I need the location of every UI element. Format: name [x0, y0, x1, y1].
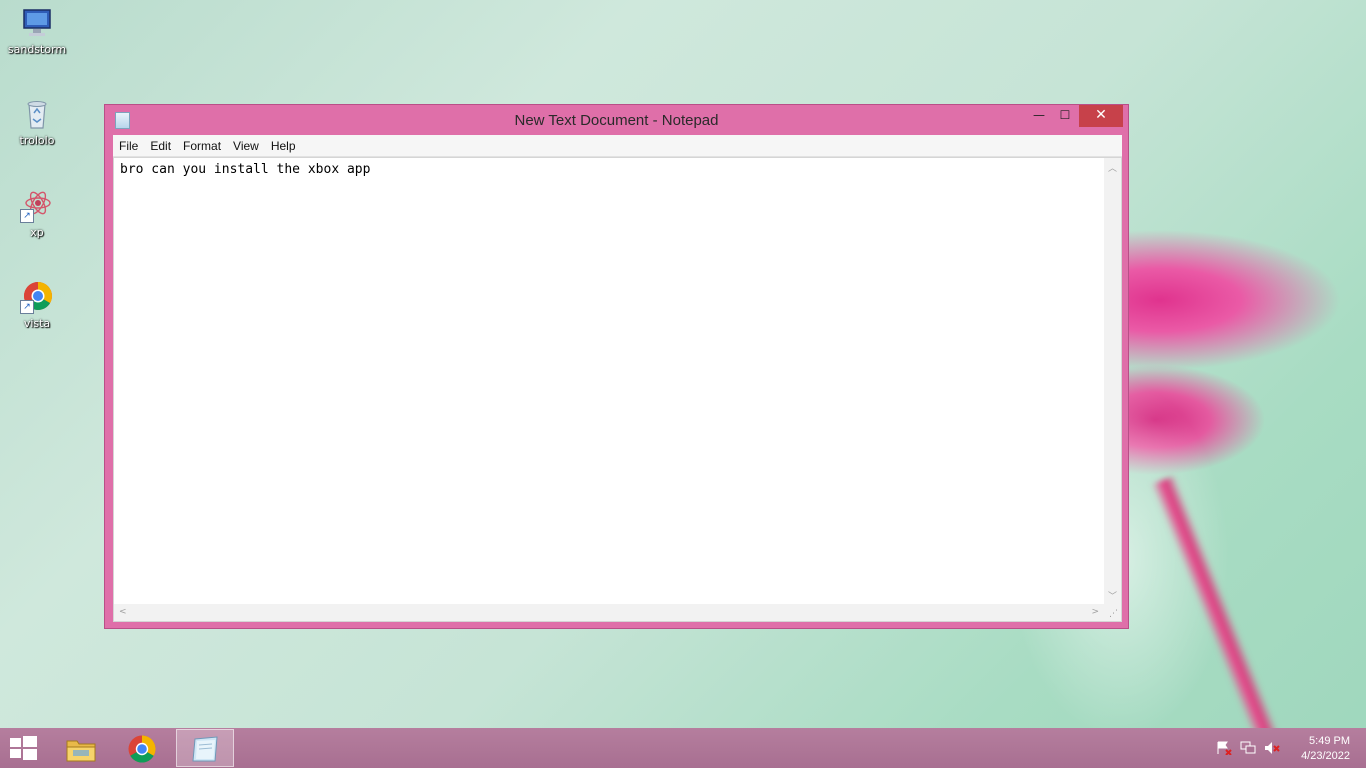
taskbar-chrome[interactable]	[114, 729, 172, 767]
menu-bar: File Edit Format View Help	[113, 135, 1122, 157]
system-clock[interactable]: 5:49 PM 4/23/2022	[1301, 734, 1350, 764]
window-title: New Text Document - Notepad	[514, 112, 719, 129]
desktop-icon-vista[interactable]: ↗ vista	[0, 280, 74, 330]
clock-date: 4/23/2022	[1301, 750, 1350, 762]
desktop-icon-trololo[interactable]: trololo	[0, 97, 74, 147]
chrome-icon	[128, 735, 156, 763]
taskbar-file-explorer[interactable]	[52, 729, 110, 767]
desktop-icon-label: xp	[30, 226, 44, 239]
menu-help[interactable]: Help	[265, 136, 302, 157]
title-bar[interactable]: New Text Document - Notepad — ☐ ✕	[105, 105, 1128, 135]
desktop-icon-xp[interactable]: ↗ xp	[0, 189, 74, 239]
notepad-icon	[192, 736, 218, 762]
horizontal-scrollbar[interactable]: < >	[114, 604, 1104, 621]
text-editor[interactable]: bro can you install the xbox app ︿ ﹀ < >…	[113, 157, 1122, 622]
scroll-right-icon[interactable]: >	[1091, 607, 1099, 617]
clock-time: 5:49 PM	[1309, 735, 1350, 747]
desktop-icon-label: vista	[23, 317, 51, 330]
computer-icon	[20, 6, 54, 40]
chrome-shortcut-icon: ↗	[20, 280, 54, 314]
folder-icon	[66, 740, 96, 762]
notepad-window[interactable]: New Text Document - Notepad — ☐ ✕ File Ed…	[104, 104, 1129, 629]
shortcut-arrow-icon: ↗	[20, 300, 34, 314]
network-icon[interactable]	[1240, 741, 1256, 755]
menu-view[interactable]: View	[227, 136, 265, 157]
scroll-down-icon[interactable]: ﹀	[1108, 589, 1117, 602]
maximize-button[interactable]: ☐	[1052, 105, 1078, 127]
scroll-left-icon[interactable]: <	[119, 607, 127, 617]
grip-icon: ⋰	[1109, 609, 1118, 619]
taskbar: 5:49 PM 4/23/2022	[0, 728, 1366, 768]
desktop-icon-label: trololo	[19, 134, 55, 147]
start-button[interactable]	[8, 736, 38, 760]
shortcut-arrow-icon: ↗	[20, 209, 34, 223]
volume-muted-icon[interactable]	[1264, 741, 1280, 755]
action-center-flag-icon[interactable]	[1216, 741, 1232, 756]
flower-shortcut-icon: ↗	[20, 189, 54, 223]
taskbar-notepad[interactable]	[176, 729, 234, 767]
vertical-scrollbar[interactable]: ︿ ﹀	[1104, 158, 1121, 604]
menu-format[interactable]: Format	[177, 136, 227, 157]
menu-edit[interactable]: Edit	[144, 136, 177, 157]
recycle-bin-icon	[20, 97, 54, 131]
resize-grip[interactable]: ⋰	[1104, 604, 1121, 621]
desktop-icon-label: sandstorm	[7, 43, 67, 56]
close-button[interactable]: ✕	[1079, 105, 1123, 127]
document-text[interactable]: bro can you install the xbox app	[120, 162, 1099, 601]
minimize-button[interactable]: —	[1026, 105, 1052, 127]
desktop-icon-sandstorm[interactable]: sandstorm	[0, 6, 74, 56]
menu-file[interactable]: File	[113, 136, 144, 157]
scroll-up-icon[interactable]: ︿	[1108, 161, 1117, 174]
